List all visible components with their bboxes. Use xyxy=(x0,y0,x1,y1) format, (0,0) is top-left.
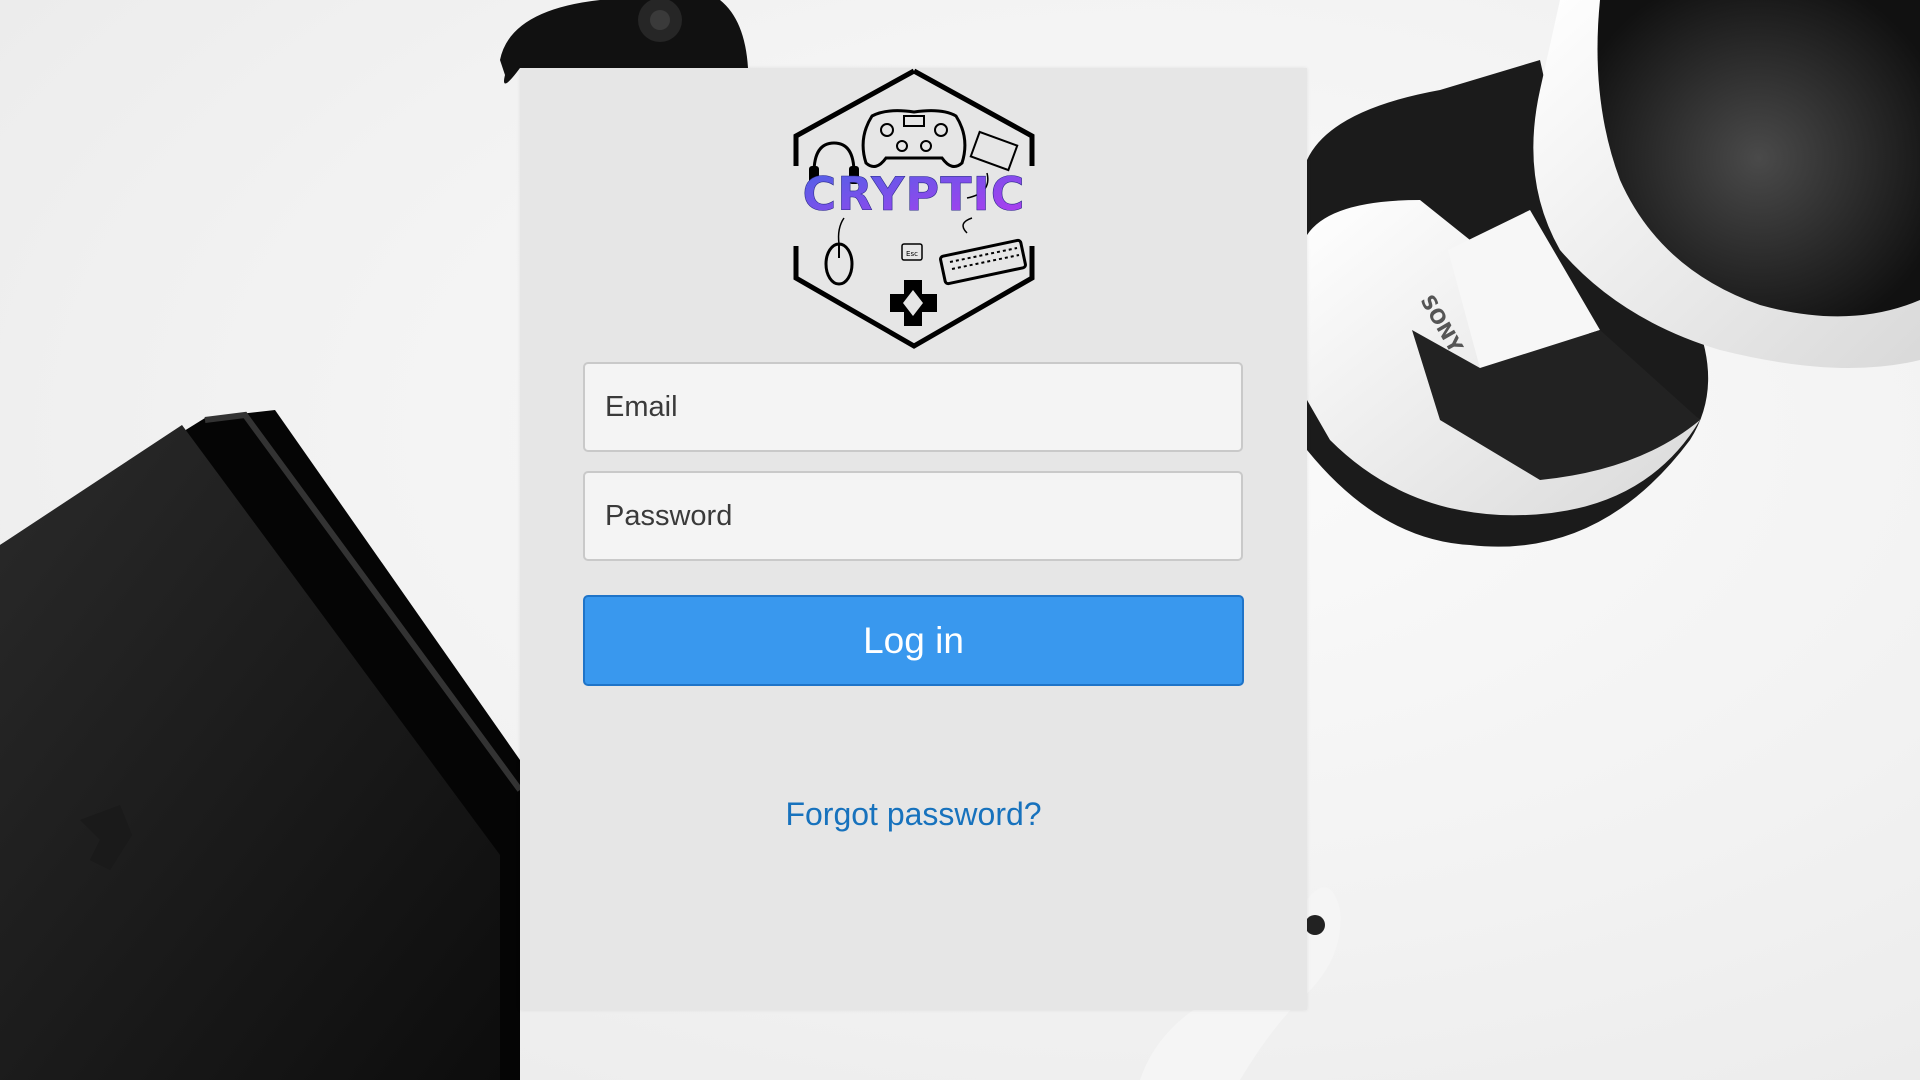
keyboard-icon xyxy=(939,217,1027,286)
logo-graphic: Esc CRYPTIC xyxy=(793,68,1035,349)
login-button[interactable]: Log in xyxy=(583,595,1244,686)
email-field[interactable] xyxy=(583,362,1243,452)
dpad-icon xyxy=(890,280,937,326)
esc-key-icon: Esc xyxy=(901,243,923,261)
forgot-password-link[interactable]: Forgot password? xyxy=(520,796,1307,833)
gamepad-icon xyxy=(861,109,967,169)
esc-key-label: Esc xyxy=(906,250,918,258)
vr-headset-image: SONY xyxy=(1307,0,1920,547)
password-field[interactable] xyxy=(583,471,1243,561)
cryptic-logo: Esc CRYPTIC xyxy=(792,68,1036,350)
console-image xyxy=(0,410,523,1080)
login-card: Esc CRYPTIC Log in Forgot password? xyxy=(520,68,1307,1010)
logo-wordmark: CRYPTIC xyxy=(803,167,1026,221)
headset-brand-label: SONY xyxy=(1416,291,1468,358)
mouse-icon xyxy=(824,217,854,286)
